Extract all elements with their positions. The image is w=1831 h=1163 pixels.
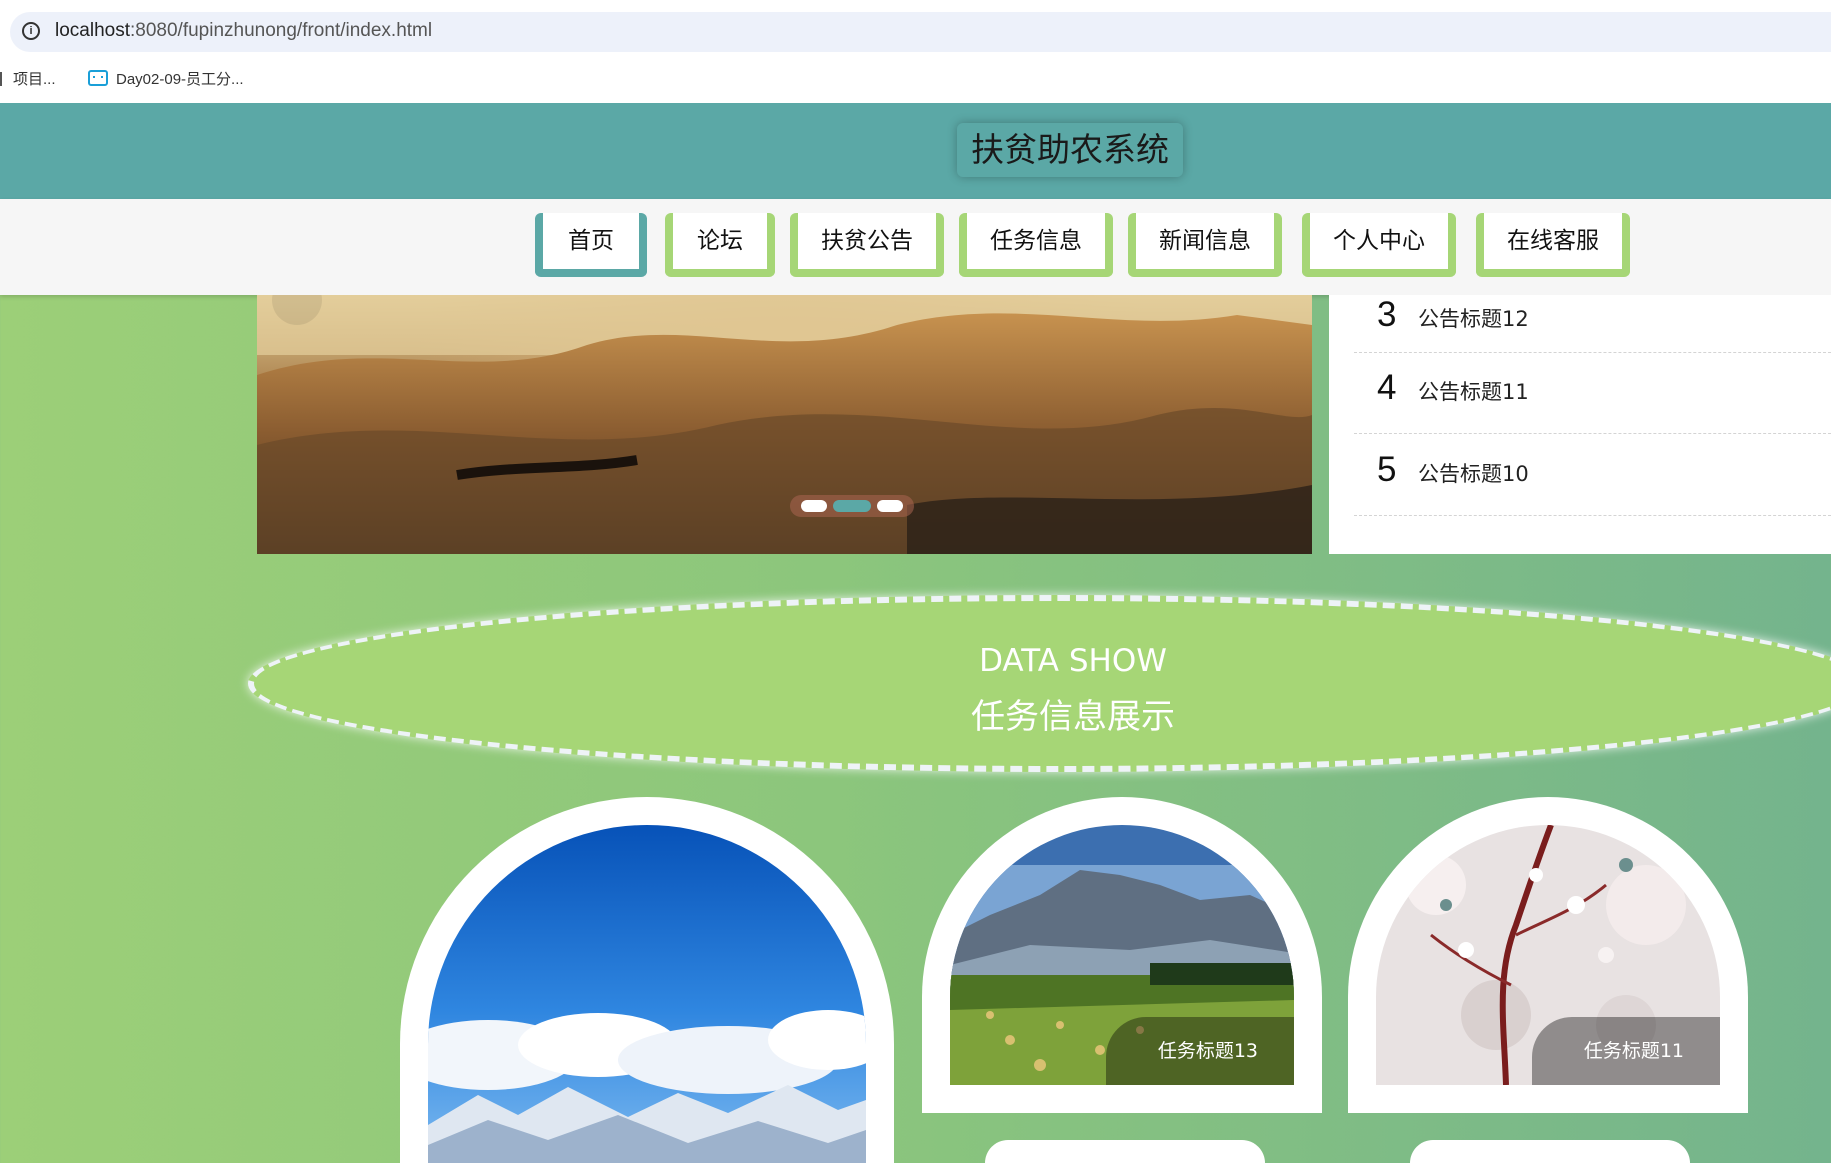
notice-title: 公告标题10 bbox=[1418, 462, 1529, 486]
task-card-image: 任务标题11 bbox=[1376, 825, 1720, 1085]
folder-icon bbox=[0, 72, 5, 86]
notice-number: 5 bbox=[1377, 450, 1397, 489]
task-card[interactable]: 任务标题11 bbox=[1348, 797, 1748, 1113]
bookmark-label: Day02-09-员工分... bbox=[116, 71, 244, 88]
main-nav: 首页 论坛 扶贫公告 任务信息 新闻信息 个人中心 在线客服 bbox=[0, 199, 1831, 295]
section-title-ellipse bbox=[248, 595, 1831, 772]
task-card-caption: 任务标题13 bbox=[1105, 1017, 1294, 1085]
notice-number: 4 bbox=[1377, 368, 1397, 407]
notice-item[interactable]: 3 公告标题12 bbox=[1354, 295, 1831, 353]
task-card[interactable] bbox=[400, 797, 894, 1163]
bilibili-icon bbox=[88, 70, 108, 86]
nav-item-task-info[interactable]: 任务信息 bbox=[959, 213, 1113, 277]
nav-item-poverty-notice[interactable]: 扶贫公告 bbox=[790, 213, 944, 277]
url-text[interactable]: localhost:8080/fupinzhunong/front/index.… bbox=[55, 20, 432, 42]
url-path: :8080/fupinzhunong/front/index.html bbox=[130, 20, 433, 41]
notice-item[interactable]: 5 公告标题10 bbox=[1354, 434, 1831, 516]
section-title-cn: 任务信息展示 bbox=[971, 697, 1175, 737]
banner-image bbox=[257, 295, 1312, 554]
nav-item-news[interactable]: 新闻信息 bbox=[1128, 213, 1282, 277]
notice-title: 公告标题12 bbox=[1418, 307, 1529, 331]
nav-item-forum[interactable]: 论坛 bbox=[665, 213, 775, 277]
section-title-en: DATA SHOW bbox=[979, 643, 1167, 679]
nav-item-personal-center[interactable]: 个人中心 bbox=[1302, 213, 1456, 277]
task-card-image: 任务标题13 bbox=[950, 825, 1294, 1085]
info-icon[interactable]: i bbox=[22, 22, 40, 40]
notice-list: 3 公告标题12 4 公告标题11 5 公告标题10 bbox=[1329, 295, 1831, 554]
site-header: 扶贫助农系统 bbox=[0, 103, 1831, 199]
banner-carousel[interactable] bbox=[257, 295, 1312, 554]
task-card[interactable]: 任务标题13 bbox=[922, 797, 1322, 1113]
bookmark-label: 项目... bbox=[13, 71, 56, 88]
section-title: DATA SHOW 任务信息展示 bbox=[248, 595, 1831, 772]
task-card-partial[interactable] bbox=[985, 1140, 1265, 1163]
browser-chrome: i localhost:8080/fupinzhunong/front/inde… bbox=[0, 0, 1831, 103]
site-title: 扶贫助农系统 bbox=[957, 123, 1183, 177]
bookmark-item-day02[interactable]: Day02-09-员工分... bbox=[88, 68, 244, 89]
carousel-dot-active[interactable] bbox=[833, 500, 871, 512]
notice-item[interactable]: 4 公告标题11 bbox=[1354, 352, 1831, 434]
carousel-dot[interactable] bbox=[801, 500, 827, 512]
url-host: localhost bbox=[55, 20, 130, 41]
task-card-image bbox=[428, 825, 866, 1163]
carousel-dot[interactable] bbox=[877, 500, 903, 512]
nav-item-online-service[interactable]: 在线客服 bbox=[1476, 213, 1630, 277]
notice-title: 公告标题11 bbox=[1418, 380, 1529, 404]
nav-item-home[interactable]: 首页 bbox=[535, 213, 647, 277]
carousel-indicators bbox=[790, 495, 914, 517]
notice-number: 3 bbox=[1377, 295, 1397, 334]
task-card-partial[interactable] bbox=[1410, 1140, 1690, 1163]
bookmark-item-project[interactable]: 项目... bbox=[0, 68, 56, 89]
task-card-caption: 任务标题11 bbox=[1531, 1017, 1720, 1085]
